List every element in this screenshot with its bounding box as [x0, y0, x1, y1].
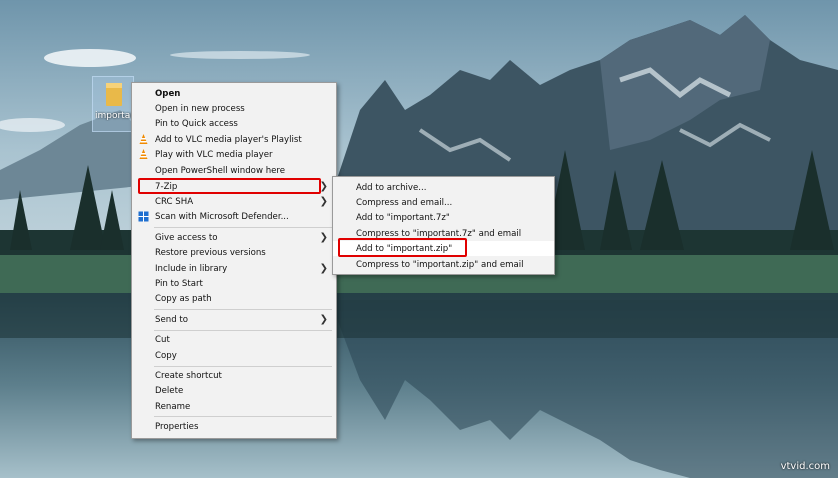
menu-item-label: Rename: [155, 401, 191, 412]
menu-separator: [154, 227, 332, 228]
menu-item-label: CRC SHA: [155, 196, 194, 207]
chevron-right-icon: ❯: [319, 263, 328, 274]
menu-item-open-powershell[interactable]: Open PowerShell window here: [132, 163, 336, 178]
menu-item-open-in-new-process[interactable]: Open in new process: [132, 101, 336, 116]
menu-item-send-to[interactable]: Send to ❯: [132, 312, 336, 327]
submenu-item-add-to-archive[interactable]: Add to archive...: [333, 180, 554, 195]
chevron-right-icon: ❯: [319, 314, 328, 325]
menu-item-label: Compress and email...: [356, 197, 453, 208]
submenu-item-compress-7z-email[interactable]: Compress to "important.7z" and email: [333, 226, 554, 241]
context-menu: Open Open in new process Pin to Quick ac…: [131, 82, 337, 439]
menu-separator: [154, 366, 332, 367]
menu-item-delete[interactable]: Delete: [132, 383, 336, 398]
chevron-right-icon: ❯: [319, 196, 328, 207]
vlc-cone-icon: [139, 134, 148, 144]
menu-item-open[interactable]: Open: [132, 86, 336, 101]
menu-separator: [154, 309, 332, 310]
menu-item-restore-previous-versions[interactable]: Restore previous versions: [132, 245, 336, 260]
menu-item-add-to-vlc-playlist[interactable]: Add to VLC media player's Playlist: [132, 132, 336, 147]
menu-item-label: Pin to Start: [155, 278, 203, 289]
submenu-item-compress-zip-email[interactable]: Compress to "important.zip" and email: [333, 257, 554, 272]
vlc-cone-icon: [139, 149, 148, 159]
menu-item-label: Open in new process: [155, 103, 245, 114]
menu-item-pin-to-quick-access[interactable]: Pin to Quick access: [132, 116, 336, 131]
menu-item-label: Play with VLC media player: [155, 149, 273, 160]
menu-item-7zip[interactable]: 7-Zip ❯: [132, 179, 336, 194]
submenu-item-add-to-zip[interactable]: Add to "important.zip": [333, 241, 554, 256]
menu-item-label: Open: [155, 88, 181, 99]
menu-separator: [154, 330, 332, 331]
menu-item-label: 7-Zip: [155, 181, 178, 192]
menu-item-label: Add to archive...: [356, 182, 427, 193]
menu-item-label: Add to VLC media player's Playlist: [155, 134, 302, 145]
menu-item-label: Open PowerShell window here: [155, 165, 286, 176]
menu-item-label: Compress to "important.7z" and email: [356, 228, 522, 239]
menu-item-label: Cut: [155, 334, 170, 345]
desktop-folder-important[interactable]: importan: [92, 76, 134, 132]
menu-item-include-in-library[interactable]: Include in library ❯: [132, 261, 336, 276]
menu-item-label: Copy as path: [155, 293, 212, 304]
menu-item-label: Copy: [155, 350, 177, 361]
menu-item-label: Include in library: [155, 263, 228, 274]
menu-item-play-with-vlc[interactable]: Play with VLC media player: [132, 147, 336, 162]
folder-icon: [106, 83, 122, 106]
menu-item-scan-defender[interactable]: Scan with Microsoft Defender...: [132, 209, 336, 224]
desktop-icon-label: importan: [95, 111, 133, 121]
menu-item-copy-as-path[interactable]: Copy as path: [132, 291, 336, 306]
menu-item-label: Properties: [155, 421, 199, 432]
menu-item-copy[interactable]: Copy: [132, 348, 336, 363]
chevron-right-icon: ❯: [319, 232, 328, 243]
menu-item-cut[interactable]: Cut: [132, 332, 336, 347]
defender-shield-icon: [138, 211, 149, 222]
menu-item-label: Send to: [155, 314, 189, 325]
menu-item-label: Compress to "important.zip" and email: [356, 259, 524, 270]
menu-separator: [154, 416, 332, 417]
menu-item-create-shortcut[interactable]: Create shortcut: [132, 368, 336, 383]
menu-item-pin-to-start[interactable]: Pin to Start: [132, 276, 336, 291]
submenu-item-add-to-7z[interactable]: Add to "important.7z": [333, 210, 554, 225]
menu-item-label: Delete: [155, 385, 184, 396]
menu-item-rename[interactable]: Rename: [132, 399, 336, 414]
watermark: vtvid.com: [780, 461, 830, 472]
chevron-right-icon: ❯: [319, 181, 328, 192]
submenu-item-compress-and-email[interactable]: Compress and email...: [333, 195, 554, 210]
menu-item-label: Create shortcut: [155, 370, 222, 381]
menu-item-label: Scan with Microsoft Defender...: [155, 211, 289, 222]
menu-item-label: Restore previous versions: [155, 247, 266, 258]
menu-item-properties[interactable]: Properties: [132, 419, 336, 434]
menu-item-label: Give access to: [155, 232, 218, 243]
menu-item-label: Add to "important.zip": [356, 243, 453, 254]
menu-item-label: Pin to Quick access: [155, 118, 238, 129]
menu-item-crc-sha[interactable]: CRC SHA ❯: [132, 194, 336, 209]
menu-item-label: Add to "important.7z": [356, 212, 450, 223]
7zip-submenu: Add to archive... Compress and email... …: [332, 176, 555, 275]
menu-item-give-access-to[interactable]: Give access to ❯: [132, 230, 336, 245]
